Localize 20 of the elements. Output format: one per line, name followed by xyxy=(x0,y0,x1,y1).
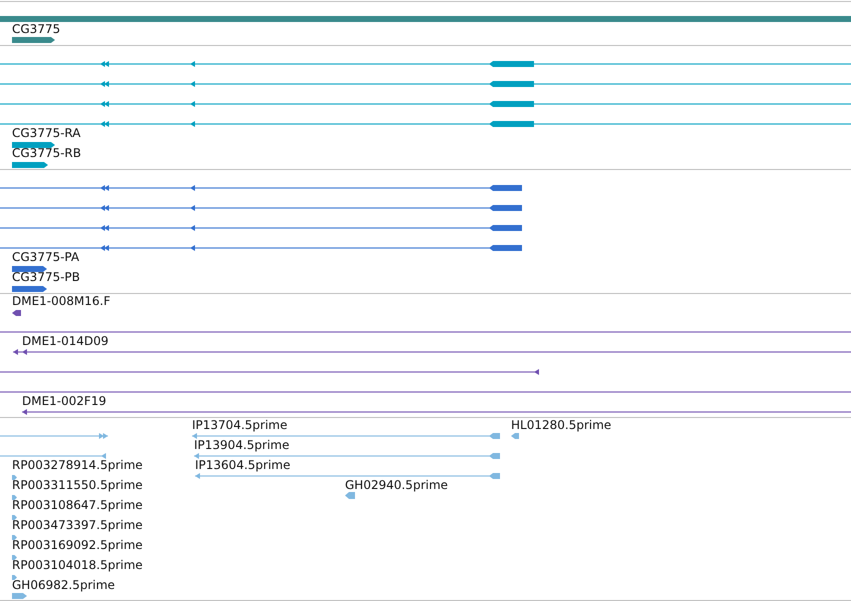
feature-label: CG3775 xyxy=(12,22,60,36)
feature-label: HL01280.5prime xyxy=(511,418,612,432)
feature-label: RP003108647.5prime xyxy=(12,498,143,512)
feature-label: DME1-002F19 xyxy=(22,394,106,408)
feature-label: RP003104018.5prime xyxy=(12,558,143,572)
feature-label: RP003311550.5prime xyxy=(12,478,143,492)
feature-label: RP003473397.5prime xyxy=(12,518,143,532)
feature-label: IP13604.5prime xyxy=(195,458,290,472)
feature-label: IP13704.5prime xyxy=(192,418,288,432)
feature-label: CG3775-RA xyxy=(12,126,81,140)
feature-label: IP13904.5prime xyxy=(194,438,290,452)
feature-label: CG3775-PB xyxy=(12,270,80,284)
feature-label: RP003169092.5prime xyxy=(12,538,143,552)
feature-label: RP003278914.5prime xyxy=(12,458,143,472)
feature-label: CG3775-PA xyxy=(12,250,80,264)
feature-label: GH06982.5prime xyxy=(12,578,115,592)
feature-label: DME1-008M16.F xyxy=(12,294,110,308)
feature-label: DME1-014D09 xyxy=(22,334,109,348)
feature-label: CG3775-RB xyxy=(12,146,82,160)
feature-label: GH02940.5prime xyxy=(345,478,448,492)
